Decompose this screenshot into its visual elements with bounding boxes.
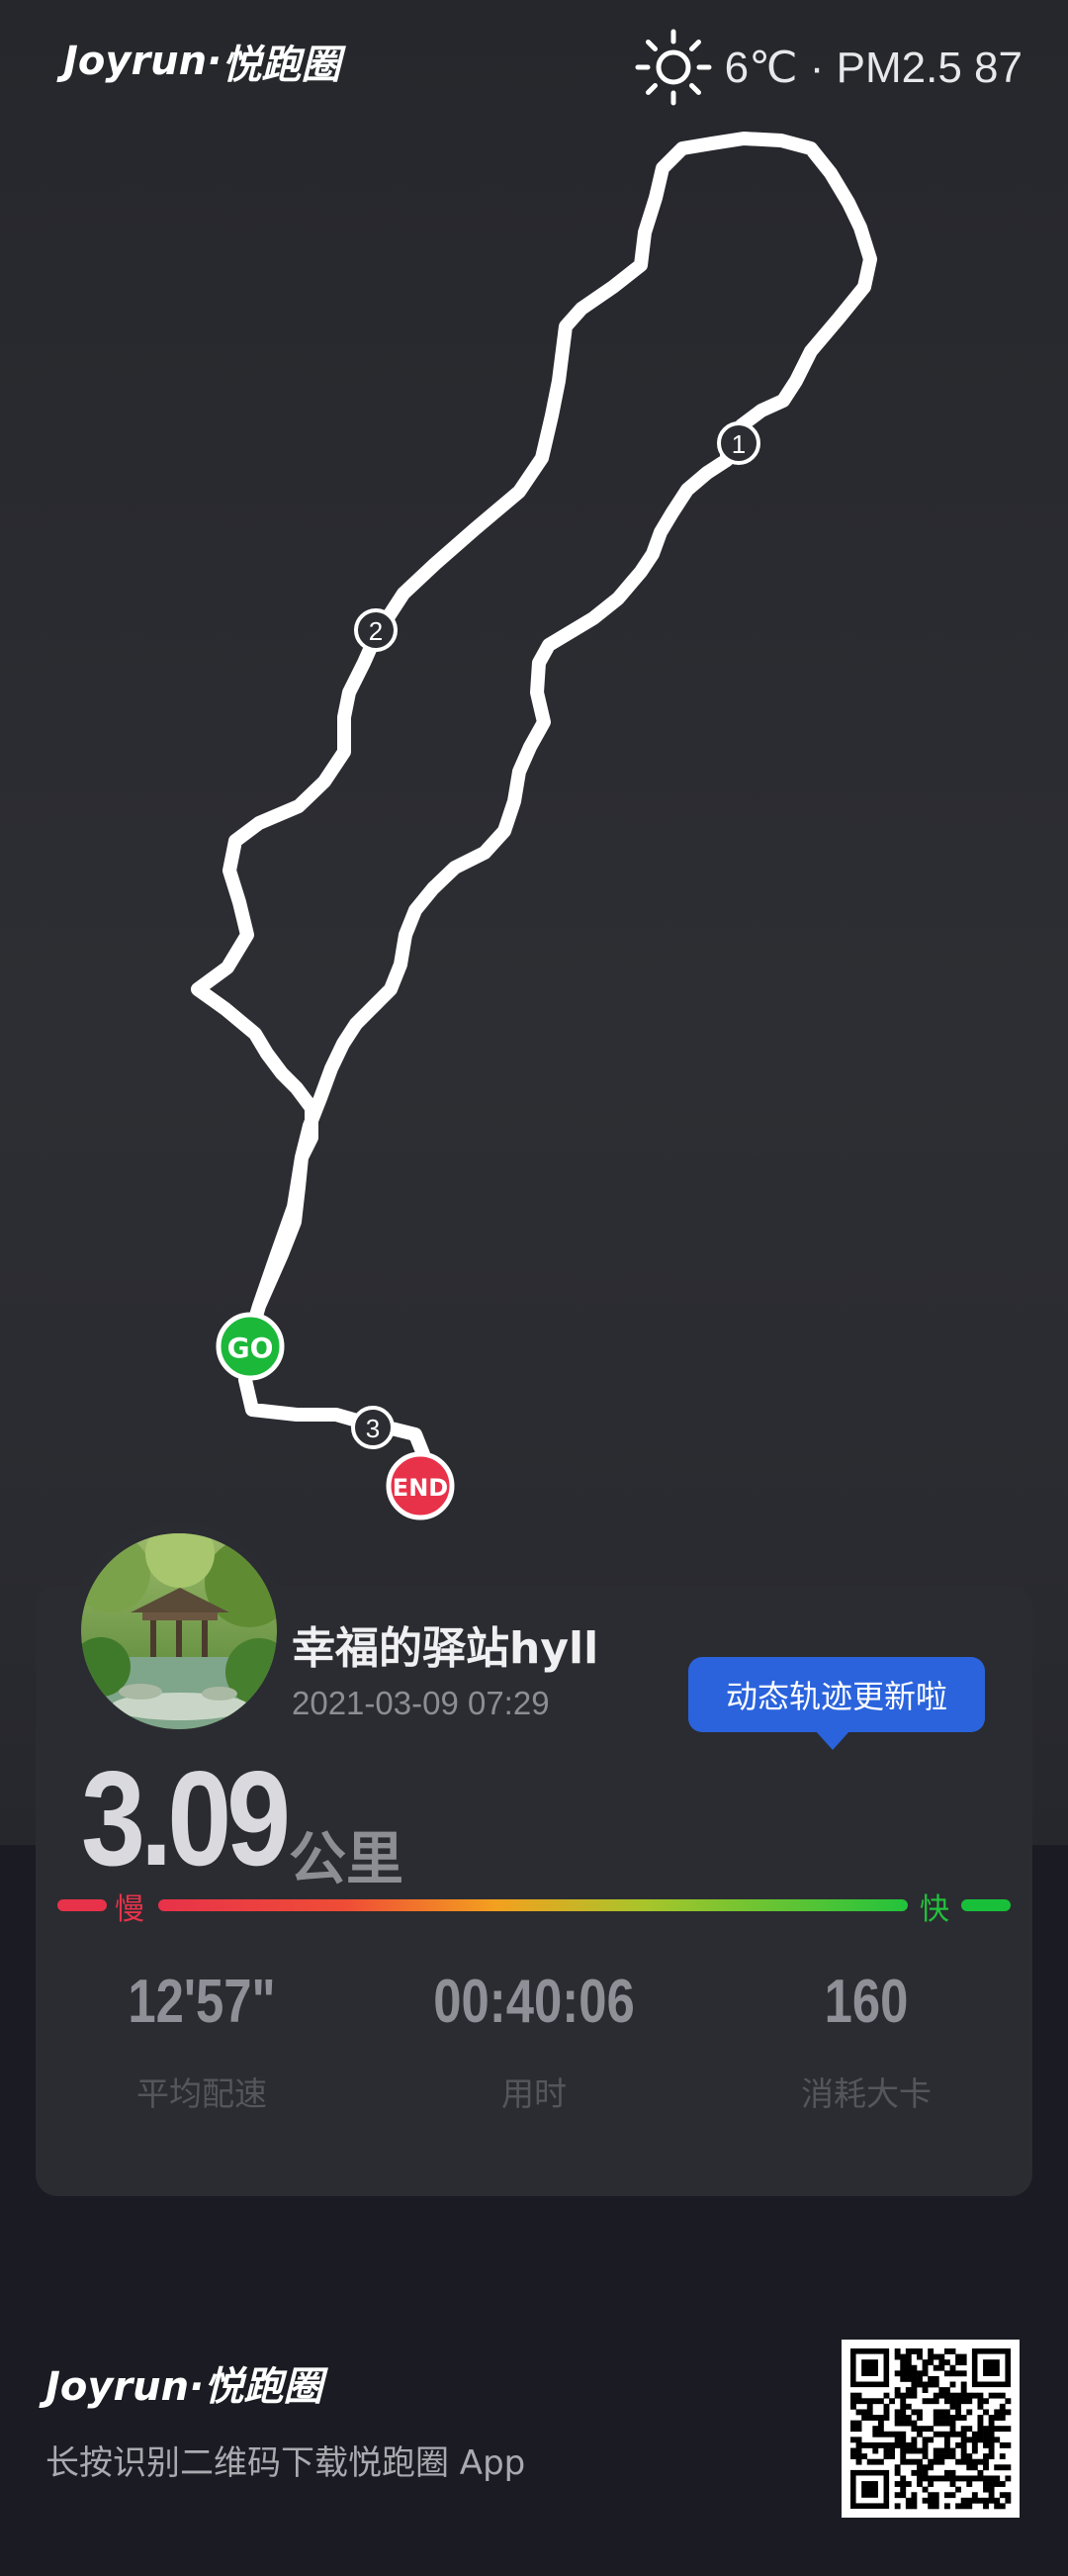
km-marker-3-label: 3 <box>366 1414 380 1443</box>
km-marker-3: 3 <box>351 1406 395 1449</box>
avatar-image <box>81 1533 277 1729</box>
activity-datetime: 2021-03-09 07:29 <box>292 1685 550 1721</box>
stat-calories-label: 消耗大卡 <box>801 2074 932 2114</box>
stat-avg-pace-value: 12'57" <box>128 1968 276 2036</box>
qr-code[interactable] <box>842 2340 1020 2518</box>
km-marker-1-label: 1 <box>732 429 746 459</box>
route-path <box>191 132 877 1491</box>
start-marker-label: GO <box>227 1332 274 1364</box>
brand-cn-bottom: 悦跑圈 <box>204 2364 323 2410</box>
distance-value: 3.09 <box>81 1743 291 1893</box>
brand-latin-bottom: Joyrun <box>45 2364 190 2410</box>
qr-code-image <box>850 2348 1012 2510</box>
route-map: 1 2 3 GO END <box>191 132 877 1520</box>
start-marker: GO <box>216 1312 285 1381</box>
stat-duration-label: 用时 <box>501 2074 567 2114</box>
update-tip-bubble[interactable]: 动态轨迹更新啦 <box>688 1657 985 1750</box>
stat-duration-value: 00:40:06 <box>433 1968 635 2036</box>
pace-bar-slow-segment <box>57 1899 107 1911</box>
pace-bar-gradient-segment <box>158 1899 908 1911</box>
stat-calories: 160 消耗大卡 <box>700 1968 1032 2115</box>
end-marker-label: END <box>393 1474 448 1502</box>
stat-calories-value: 160 <box>824 1968 909 2036</box>
stat-avg-pace-label: 平均配速 <box>136 2074 267 2114</box>
pace-fast-label: 快 <box>920 1892 949 1927</box>
end-marker: END <box>386 1451 455 1520</box>
download-tip: 长按识别二维码下载悦跑圈 App <box>45 2443 526 2483</box>
km-marker-2: 2 <box>354 608 398 652</box>
distance-unit: 公里 <box>289 1825 404 1892</box>
avatar[interactable] <box>81 1533 277 1729</box>
pace-bar-fast-segment <box>961 1899 1011 1911</box>
stat-duration: 00:40:06 用时 <box>368 1968 700 2115</box>
brand-separator-bottom: · <box>189 2364 205 2410</box>
username: 幸福的驿站hyll <box>292 1623 599 1674</box>
update-tip-text: 动态轨迹更新啦 <box>725 1678 947 1715</box>
brand-logo-bottom: Joyrun·悦跑圈 <box>45 2354 322 2412</box>
km-marker-2-label: 2 <box>369 616 383 646</box>
pace-slow-label: 慢 <box>115 1892 144 1927</box>
km-marker-1: 1 <box>717 421 760 465</box>
pace-gradient-bar <box>57 1899 1011 1911</box>
share-poster: Joyrun · 悦跑圈 6℃ · PM2.5 87 1 2 3 GO END … <box>0 0 1068 2576</box>
stat-avg-pace: 12'57" 平均配速 <box>36 1968 368 2115</box>
